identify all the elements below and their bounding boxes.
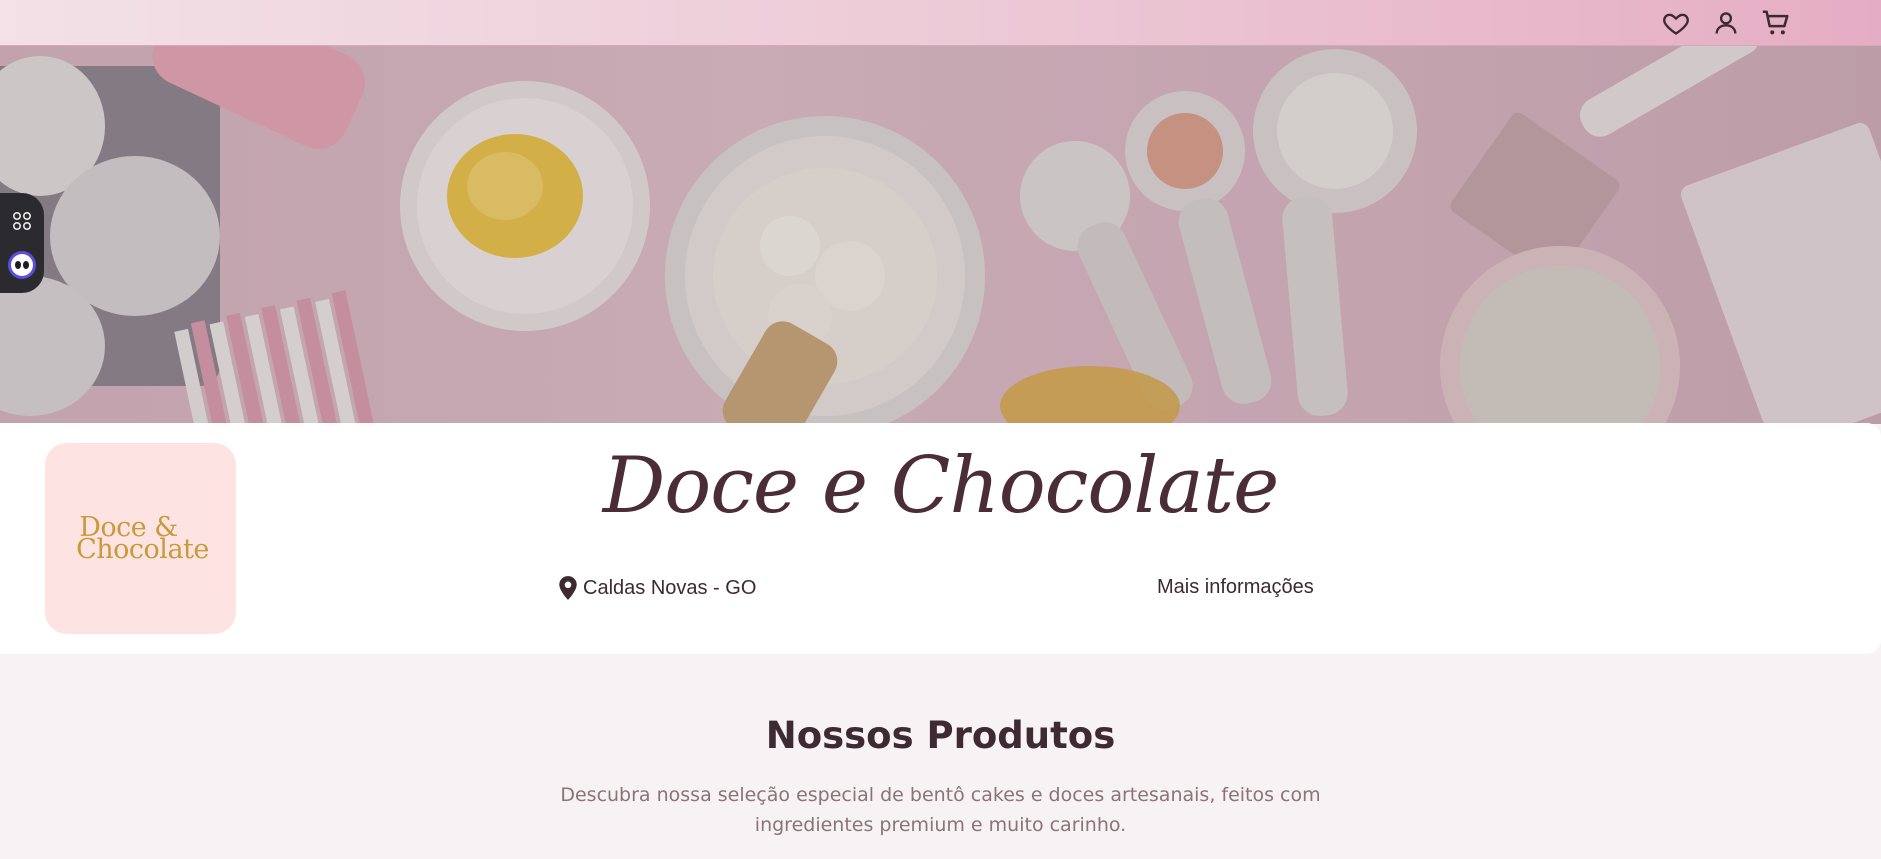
store-profile-card: Doce & Chocolate Doce e Chocolate Caldas… [0,423,1881,654]
products-description: Descubra nossa seleção especial de bentô… [560,784,1321,836]
baking-ingredients-image [0,46,1881,424]
location-label: Caldas Novas - GO [583,576,757,599]
map-pin-icon [559,576,577,600]
assistant-icon [8,251,36,279]
top-bar [0,0,1881,46]
hero-banner [0,46,1881,424]
store-title: Doce e Chocolate [602,441,1280,531]
grid-icon [12,211,32,231]
heart-icon [1663,13,1689,35]
cart-button[interactable] [1758,6,1794,40]
floating-side-widget [0,193,44,293]
favorites-button[interactable] [1658,6,1694,40]
user-icon [1715,12,1737,34]
header-actions [1658,6,1794,40]
apps-button[interactable] [7,206,37,236]
more-info-link[interactable]: Mais informações [1157,576,1314,599]
store-location: Caldas Novas - GO [557,575,756,601]
products-heading: Nossos Produtos [765,714,1116,757]
assistant-button[interactable] [7,250,37,280]
cart-icon [1762,10,1789,35]
logo-line-2: Chocolate [76,533,209,565]
account-button[interactable] [1708,6,1744,40]
